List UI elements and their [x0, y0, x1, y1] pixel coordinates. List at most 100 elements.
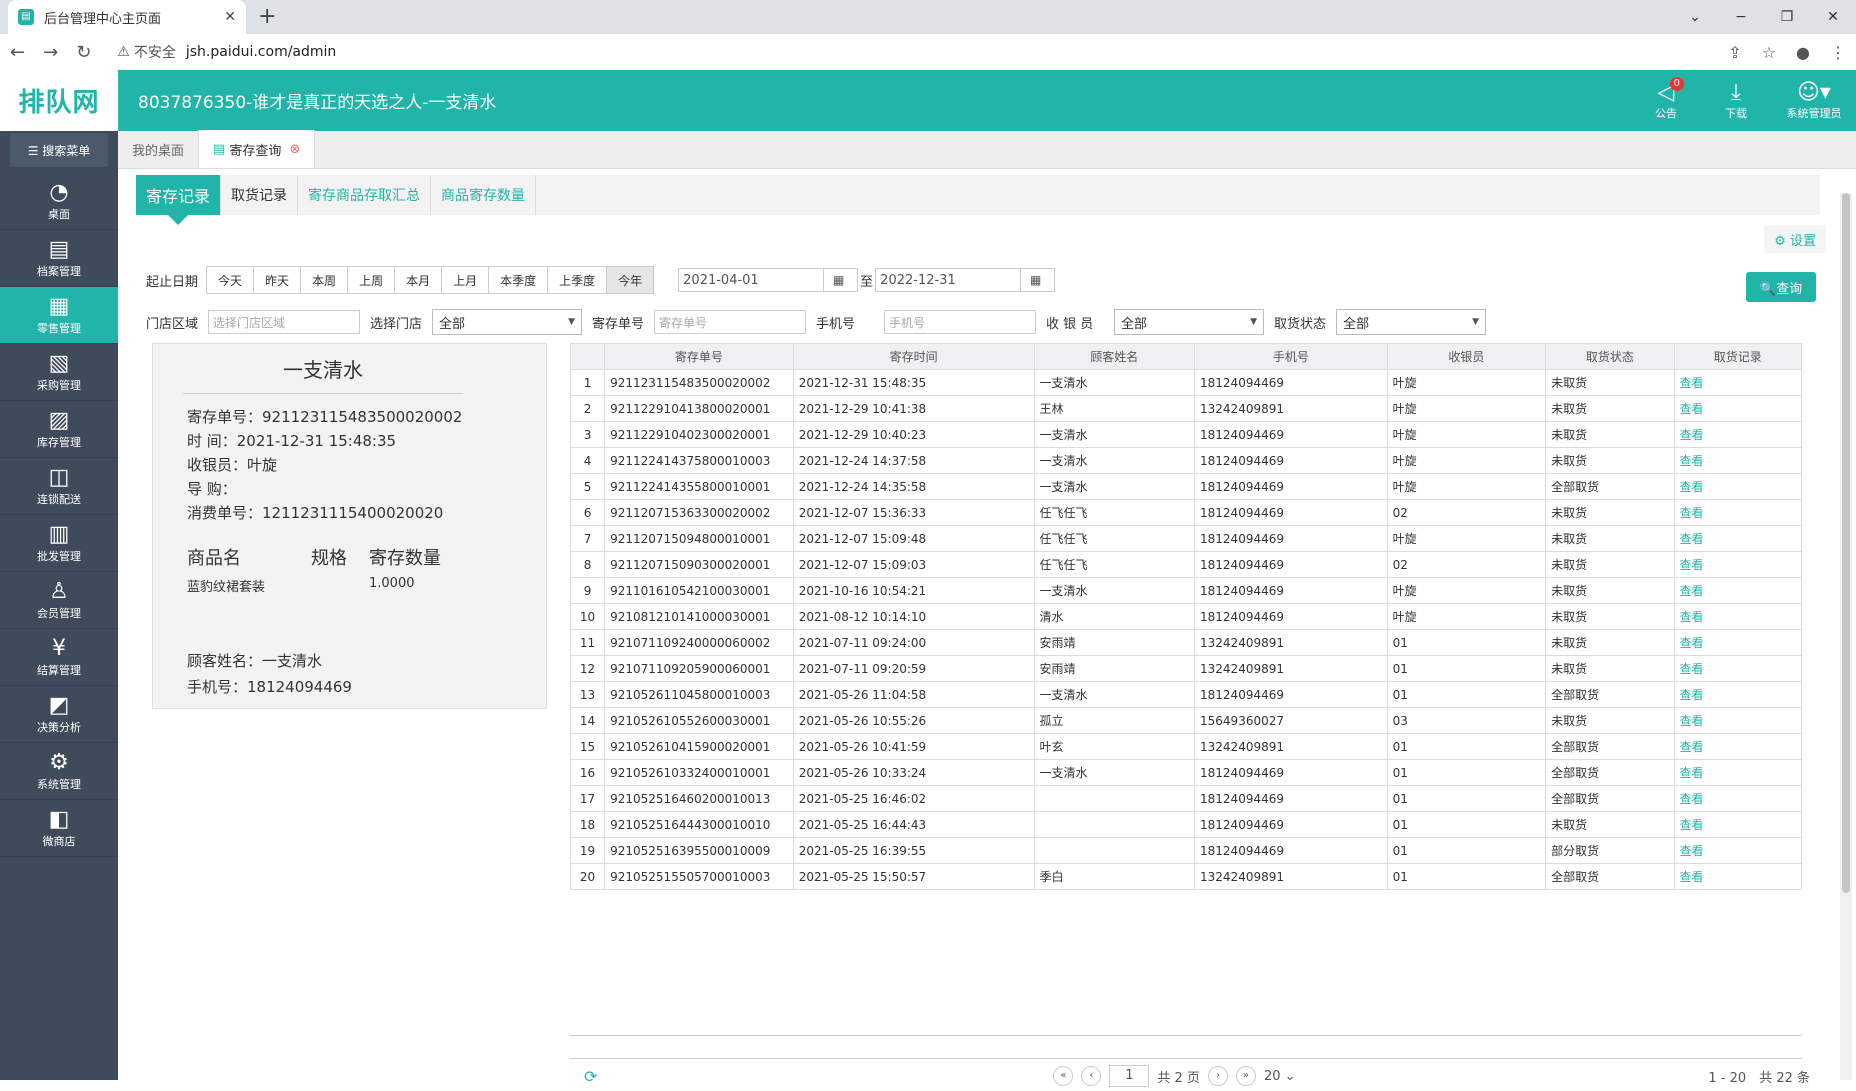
sidebar-item-5[interactable]: ◫连锁配送 [0, 458, 118, 515]
table-row[interactable]: 209210525155057000100032021-05-25 15:50:… [571, 864, 1802, 890]
table-row[interactable]: 199210525163955000100092021-05-25 16:39:… [571, 838, 1802, 864]
view-link[interactable]: 查看 [1680, 402, 1704, 416]
bookmark-star-icon[interactable]: ☆ [1762, 43, 1776, 62]
table-row[interactable]: 129210711092059000600012021-07-11 09:20:… [571, 656, 1802, 682]
quick-date-button[interactable]: 上周 [348, 267, 395, 293]
view-link[interactable]: 查看 [1680, 558, 1704, 572]
calendar-icon[interactable]: ▦ [823, 269, 853, 291]
menu-dots-icon[interactable]: ⋮ [1830, 43, 1846, 62]
quick-date-button[interactable]: 上月 [442, 267, 489, 293]
view-link[interactable]: 查看 [1680, 870, 1704, 884]
phone-input[interactable]: 手机号 [884, 310, 1036, 334]
tab-storage-query[interactable]: ▤ 寄存查询 ⊗ [199, 130, 315, 168]
tab-close-icon[interactable]: ⊗ [289, 142, 300, 157]
page-number-input[interactable]: 1 [1109, 1065, 1149, 1087]
menu-search-button[interactable]: ☰ 搜索菜单 [10, 133, 108, 167]
table-row[interactable]: 109210812101410000300012021-08-12 10:14:… [571, 604, 1802, 630]
window-close-button[interactable]: ✕ [1810, 9, 1856, 25]
tab-search-icon[interactable]: ⌄ [1672, 9, 1718, 25]
view-link[interactable]: 查看 [1680, 480, 1704, 494]
tab-pickup-records[interactable]: 取货记录 [221, 175, 298, 215]
cashier-select[interactable]: 全部▼ [1114, 309, 1264, 335]
sidebar-item-0[interactable]: ◔桌面 [0, 173, 118, 230]
search-button[interactable]: 🔍查询 [1746, 272, 1816, 302]
sidebar-item-4[interactable]: ▨库存管理 [0, 401, 118, 458]
refresh-icon[interactable]: ⟳ [584, 1067, 597, 1086]
table-row[interactable]: 159210526104159000200012021-05-26 10:41:… [571, 734, 1802, 760]
view-link[interactable]: 查看 [1680, 376, 1704, 390]
sidebar-item-10[interactable]: ⚙系统管理 [0, 743, 118, 800]
view-link[interactable]: 查看 [1680, 532, 1704, 546]
order-no-input[interactable]: 寄存单号 [654, 310, 806, 334]
quick-date-button[interactable]: 本月 [395, 267, 442, 293]
back-icon[interactable]: ← [10, 42, 25, 63]
tab-storage-quantity[interactable]: 商品寄存数量 [431, 175, 536, 215]
prev-page-button[interactable]: ‹ [1081, 1066, 1101, 1086]
view-link[interactable]: 查看 [1680, 428, 1704, 442]
browser-tab[interactable]: ▤ 后台管理中心主页面 ✕ [8, 0, 246, 34]
tab-storage-summary[interactable]: 寄存商品存取汇总 [298, 175, 431, 215]
table-row[interactable]: 89211207150903000200012021-12-07 15:09:0… [571, 552, 1802, 578]
quick-date-button[interactable]: 今天 [207, 267, 254, 293]
table-row[interactable]: 189210525164443000100102021-05-25 16:44:… [571, 812, 1802, 838]
table-row[interactable]: 119210711092400000600022021-07-11 09:24:… [571, 630, 1802, 656]
store-select[interactable]: 全部▼ [432, 309, 582, 335]
sidebar-item-8[interactable]: ¥结算管理 [0, 629, 118, 686]
quick-date-button[interactable]: 上季度 [548, 267, 607, 293]
view-link[interactable]: 查看 [1680, 454, 1704, 468]
table-row[interactable]: 79211207150948000100012021-12-07 15:09:4… [571, 526, 1802, 552]
view-link[interactable]: 查看 [1680, 714, 1704, 728]
minimize-button[interactable]: − [1718, 9, 1764, 25]
view-link[interactable]: 查看 [1680, 740, 1704, 754]
table-row[interactable]: 179210525164602000100132021-05-25 16:46:… [571, 786, 1802, 812]
url-text[interactable]: jsh.paidui.com/admin [186, 44, 336, 60]
table-row[interactable]: 69211207153633000200022021-12-07 15:36:3… [571, 500, 1802, 526]
sidebar-item-11[interactable]: ◧微商店 [0, 800, 118, 857]
store-area-input[interactable]: 选择门店区域 [208, 310, 360, 334]
view-link[interactable]: 查看 [1680, 688, 1704, 702]
table-row[interactable]: 19211231154835000200022021-12-31 15:48:3… [571, 370, 1802, 396]
tab-close-icon[interactable]: ✕ [224, 9, 236, 25]
pickup-status-select[interactable]: 全部▼ [1336, 309, 1486, 335]
sidebar-item-2[interactable]: ▦零售管理 [0, 287, 118, 344]
table-row[interactable]: 49211224143758000100032021-12-24 14:37:5… [571, 448, 1802, 474]
download-button[interactable]: ⤓ 下载 [1712, 81, 1760, 121]
user-menu[interactable]: ☺▾ 系统管理员 [1782, 81, 1846, 121]
share-icon[interactable]: ⇪ [1728, 43, 1741, 62]
end-date-input[interactable]: 2022-12-31 ▦ [875, 268, 1055, 292]
profile-icon[interactable]: ● [1796, 43, 1810, 62]
scrollbar[interactable] [1840, 193, 1852, 1080]
quick-date-button[interactable]: 今年 [607, 267, 653, 293]
table-row[interactable]: 149210526105526000300012021-05-26 10:55:… [571, 708, 1802, 734]
sidebar-item-1[interactable]: ▤档案管理 [0, 230, 118, 287]
sidebar-item-7[interactable]: ♙会员管理 [0, 572, 118, 629]
first-page-button[interactable]: « [1053, 1066, 1073, 1086]
forward-icon[interactable]: → [43, 42, 58, 63]
last-page-button[interactable]: » [1236, 1066, 1256, 1086]
restore-button[interactable]: ❐ [1764, 9, 1810, 25]
start-date-input[interactable]: 2021-04-01 ▦ [678, 268, 858, 292]
view-link[interactable]: 查看 [1680, 636, 1704, 650]
view-link[interactable]: 查看 [1680, 818, 1704, 832]
reload-icon[interactable]: ↻ [76, 42, 91, 63]
table-row[interactable]: 39211229104023000200012021-12-29 10:40:2… [571, 422, 1802, 448]
sidebar-item-6[interactable]: ▥批发管理 [0, 515, 118, 572]
sidebar-item-9[interactable]: ◩决策分析 [0, 686, 118, 743]
view-link[interactable]: 查看 [1680, 610, 1704, 624]
view-link[interactable]: 查看 [1680, 584, 1704, 598]
table-row[interactable]: 99211016105421000300012021-10-16 10:54:2… [571, 578, 1802, 604]
new-tab-button[interactable]: + [258, 4, 276, 29]
tab-storage-records[interactable]: 寄存记录 [136, 175, 221, 215]
table-row[interactable]: 169210526103324000100012021-05-26 10:33:… [571, 760, 1802, 786]
page-size-select[interactable]: 20 ⌄ [1264, 1069, 1296, 1084]
sidebar-item-3[interactable]: ▧采购管理 [0, 344, 118, 401]
calendar-icon[interactable]: ▦ [1020, 269, 1050, 291]
quick-date-button[interactable]: 本季度 [489, 267, 548, 293]
table-row[interactable]: 29211229104138000200012021-12-29 10:41:3… [571, 396, 1802, 422]
next-page-button[interactable]: › [1208, 1066, 1228, 1086]
view-link[interactable]: 查看 [1680, 766, 1704, 780]
settings-button[interactable]: ⚙ 设置 [1764, 225, 1826, 253]
table-row[interactable]: 139210526110458000100032021-05-26 11:04:… [571, 682, 1802, 708]
address-bar[interactable]: ⚠ 不安全 jsh.paidui.com/admin [117, 42, 336, 62]
view-link[interactable]: 查看 [1680, 844, 1704, 858]
